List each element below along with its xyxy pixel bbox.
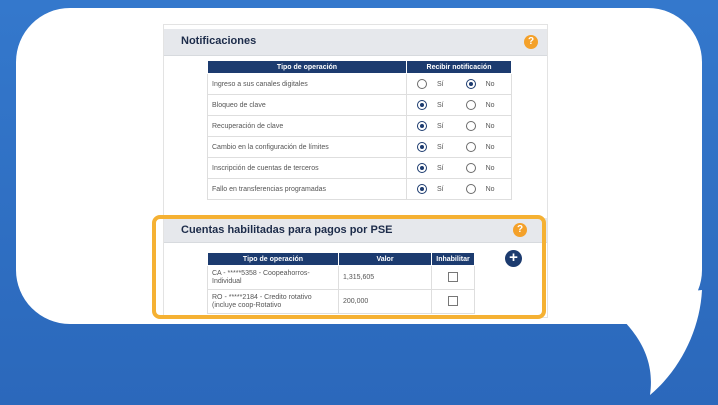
radio-yes[interactable] [417,100,427,110]
radio-yes[interactable] [417,121,427,131]
col-header-receive: Recibir notificación [406,60,512,74]
radio-no[interactable] [465,184,476,194]
help-icon[interactable]: ? [524,35,538,49]
radio-yes-label: Sí [437,185,444,193]
radio-no-label: No [485,80,495,88]
operation-label: Bloqueo de clave [207,94,407,116]
radio-yes-label: Sí [437,101,444,109]
operation-label: Ingreso a sus canales digitales [207,73,407,95]
notification-options: Sí No [406,136,512,158]
table-row: Bloqueo de clave Sí No [207,94,512,116]
table-row: Ingreso a sus canales digitales Sí No [207,73,512,95]
operation-label: Recuperación de clave [207,115,407,137]
pse-highlight-frame [152,215,546,319]
notificaciones-table: Tipo de operación Recibir notificación I… [207,60,512,200]
radio-yes-label: Sí [437,164,444,172]
operation-label: Cambio en la configuración de límites [207,136,407,158]
table-row: Cambio en la configuración de límites Sí N… [207,136,512,158]
radio-no[interactable] [465,121,476,131]
col-header-operation: Tipo de operación [207,60,407,74]
notificaciones-title: Notificaciones [181,35,257,47]
radio-no-label: No [485,185,495,193]
radio-no[interactable] [465,79,476,89]
notification-options: Sí No [406,178,512,200]
notification-options: Sí No [406,115,512,137]
radio-yes[interactable] [417,184,427,194]
radio-yes[interactable] [417,142,427,152]
radio-yes-label: Sí [437,80,444,88]
table-row: Recuperación de clave Sí No [207,115,512,137]
radio-yes[interactable] [417,163,427,173]
radio-no-label: No [485,101,495,109]
radio-yes-label: Sí [437,122,444,130]
radio-no[interactable] [465,163,476,173]
operation-label: Fallo en transferencias programadas [207,178,407,200]
radio-no[interactable] [465,100,476,110]
radio-no[interactable] [465,142,476,152]
radio-no-label: No [485,164,495,172]
radio-no-label: No [485,143,495,151]
table-row: Inscripción de cuentas de terceros Sí No [207,157,512,179]
operation-label: Inscripción de cuentas de terceros [207,157,407,179]
radio-yes-label: Sí [437,143,444,151]
notificaciones-header: Notificaciones ? [164,29,547,56]
table-row: Fallo en transferencias programadas Sí No [207,178,512,200]
notification-options: Sí No [406,94,512,116]
radio-no-label: No [485,122,495,130]
notification-options: Sí No [406,157,512,179]
notification-options: Sí No [406,73,512,95]
radio-yes[interactable] [417,79,427,89]
